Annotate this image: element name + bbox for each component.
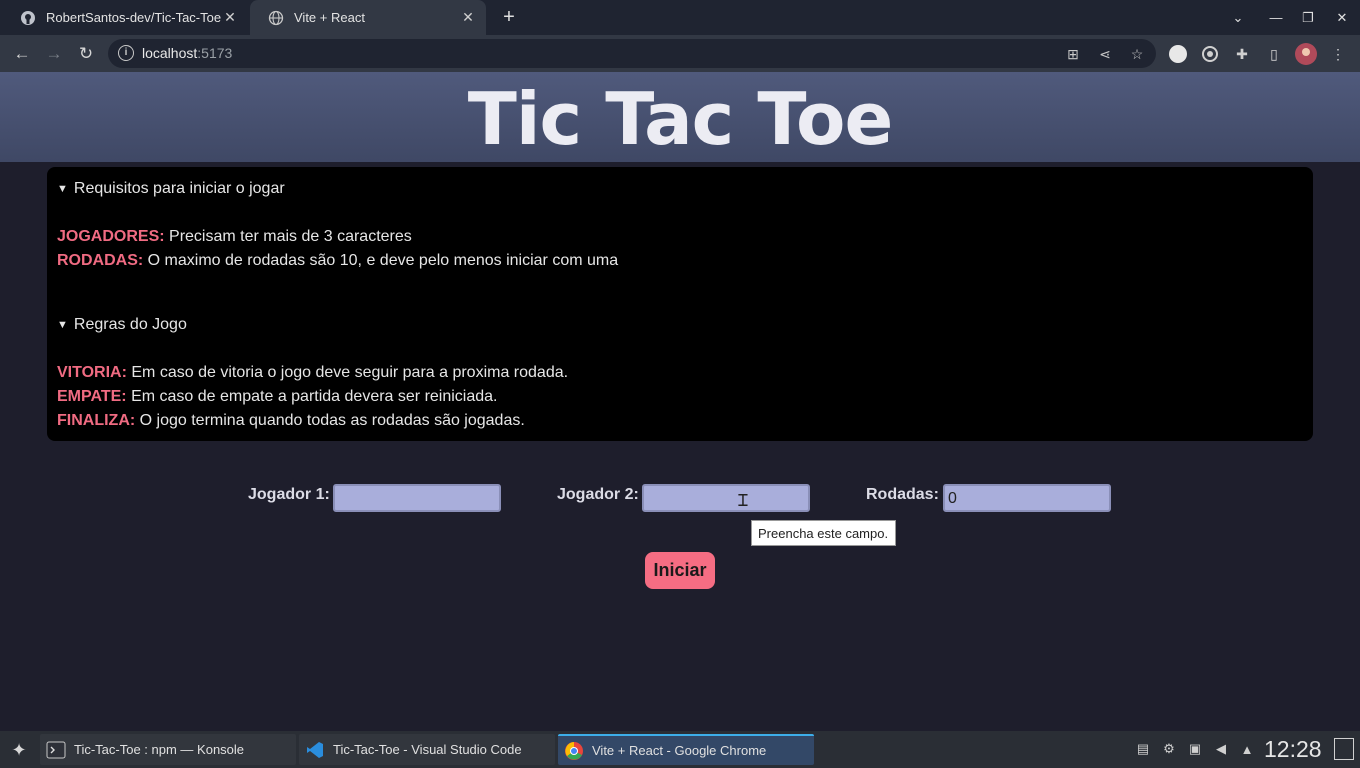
forward-icon[interactable]: → bbox=[41, 41, 67, 67]
bookmark-star-icon[interactable]: ☆ bbox=[1127, 44, 1147, 64]
menu-icon[interactable]: ⋮ bbox=[1327, 43, 1349, 65]
browser-toolbar: ← → ↻ i localhost:5173 ⊞ ⋖ ☆ ✚ ▯ ⋮ bbox=[0, 35, 1360, 72]
requirements-summary[interactable]: ▼ Requisitos para iniciar o jogar bbox=[57, 180, 285, 198]
page-viewport: Tic Tac Toe ▼ Requisitos para iniciar o … bbox=[0, 72, 1360, 731]
address-bar[interactable]: i localhost:5173 ⊞ ⋖ ☆ bbox=[108, 39, 1156, 68]
show-desktop-button[interactable] bbox=[1334, 738, 1354, 760]
tab-github[interactable]: RobertSantos-dev/Tic-Tac-Toe ✕ bbox=[2, 0, 248, 35]
task-konsole[interactable]: Tic-Tac-Toe : npm — Konsole bbox=[40, 734, 296, 765]
tab-title: Vite + React bbox=[294, 10, 365, 25]
new-tab-button[interactable]: + bbox=[498, 7, 520, 29]
rule-line: EMPATE: Em caso de empate a partida deve… bbox=[57, 388, 498, 405]
reload-icon[interactable]: ↻ bbox=[73, 41, 99, 67]
disclosure-triangle-icon: ▼ bbox=[57, 183, 68, 195]
rule-line: VITORIA: Em caso de vitoria o jogo deve … bbox=[57, 364, 569, 381]
task-chrome[interactable]: Vite + React - Google Chrome bbox=[558, 734, 814, 765]
player2-input[interactable] bbox=[642, 484, 810, 512]
terminal-icon bbox=[46, 740, 66, 760]
tab-title: RobertSantos-dev/Tic-Tac-Toe bbox=[46, 10, 221, 25]
tray-expand-icon[interactable]: ▲ bbox=[1238, 740, 1256, 758]
close-icon[interactable]: ✕ bbox=[222, 9, 238, 25]
globe-icon bbox=[268, 10, 284, 26]
start-button[interactable]: Iniciar bbox=[645, 552, 715, 589]
url-text: localhost:5173 bbox=[142, 45, 233, 61]
player1-input[interactable] bbox=[333, 484, 501, 512]
tab-search-icon[interactable]: ⌄ bbox=[1222, 0, 1254, 35]
clipboard-icon[interactable]: ▤ bbox=[1134, 740, 1152, 758]
minimize-button[interactable]: — bbox=[1260, 0, 1292, 35]
puzzle-icon[interactable]: ✚ bbox=[1231, 43, 1253, 65]
tab-vite-react[interactable]: Vite + React ✕ bbox=[250, 0, 486, 35]
back-icon[interactable]: ← bbox=[9, 41, 35, 67]
vscode-icon bbox=[305, 740, 325, 760]
player2-label: Jogador 2: bbox=[557, 486, 639, 503]
close-icon[interactable]: ✕ bbox=[460, 9, 476, 25]
clock[interactable]: 12:28 bbox=[1264, 736, 1322, 763]
extension-icon[interactable] bbox=[1167, 43, 1189, 65]
network-icon[interactable]: ▣ bbox=[1186, 740, 1204, 758]
app-launcher-icon[interactable]: ✦ bbox=[6, 737, 32, 763]
rounds-input[interactable] bbox=[943, 484, 1111, 512]
translate-icon[interactable]: ⊞ bbox=[1063, 44, 1083, 64]
rules-panel: ▼ Requisitos para iniciar o jogar JOGADO… bbox=[47, 167, 1313, 441]
side-panel-icon[interactable]: ▯ bbox=[1263, 43, 1285, 65]
validation-tooltip: Preencha este campo. bbox=[751, 520, 896, 546]
avatar[interactable] bbox=[1295, 43, 1317, 65]
disclosure-triangle-icon: ▼ bbox=[57, 319, 68, 331]
page-title: Tic Tac Toe bbox=[467, 77, 894, 161]
taskbar: ✦ Tic-Tac-Toe : npm — Konsole Tic-Tac-To… bbox=[0, 731, 1360, 768]
rule-line: FINALIZA: O jogo termina quando todas as… bbox=[57, 412, 525, 429]
share-icon[interactable]: ⋖ bbox=[1095, 44, 1115, 64]
text-cursor-icon: Ꮖ bbox=[738, 494, 749, 512]
volume-icon[interactable]: ◀ bbox=[1212, 740, 1230, 758]
chrome-icon bbox=[564, 741, 584, 761]
close-window-button[interactable]: ✕ bbox=[1326, 0, 1358, 35]
player1-label: Jogador 1: bbox=[248, 486, 330, 503]
task-vscode[interactable]: Tic-Tac-Toe - Visual Studio Code bbox=[299, 734, 555, 765]
rules-summary[interactable]: ▼ Regras do Jogo bbox=[57, 316, 187, 334]
header: Tic Tac Toe bbox=[0, 72, 1360, 162]
rule-line: RODADAS: O maximo de rodadas são 10, e d… bbox=[57, 252, 619, 269]
rule-line: JOGADORES: Precisam ter mais de 3 caract… bbox=[57, 228, 412, 245]
tab-strip: RobertSantos-dev/Tic-Tac-Toe ✕ Vite + Re… bbox=[0, 0, 1360, 35]
updates-icon[interactable]: ⚙ bbox=[1160, 740, 1178, 758]
target-extension-icon[interactable] bbox=[1199, 43, 1221, 65]
rounds-label: Rodadas: bbox=[866, 486, 939, 503]
site-info-icon[interactable]: i bbox=[118, 45, 134, 61]
github-icon bbox=[20, 10, 36, 26]
maximize-button[interactable]: ❐ bbox=[1292, 0, 1324, 35]
